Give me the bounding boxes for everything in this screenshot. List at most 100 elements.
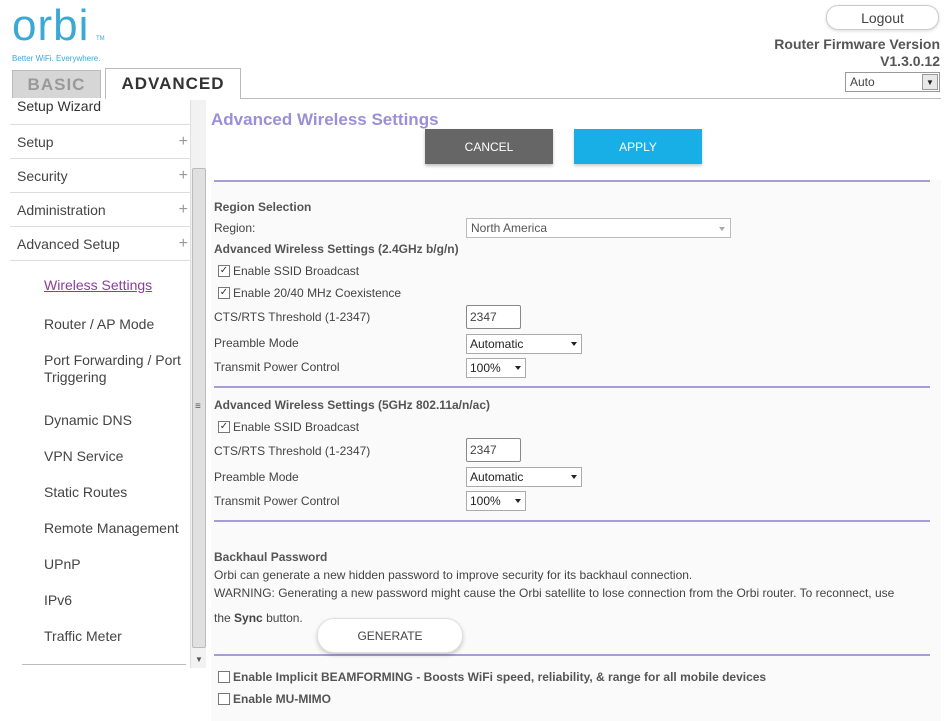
sidebar: Setup Wizard Setup + Security + Administ…: [10, 99, 206, 670]
expand-plus-icon[interactable]: +: [179, 202, 188, 218]
logo-trademark: TM: [96, 36, 105, 42]
sidebar-item-setup[interactable]: Setup +: [10, 125, 190, 159]
backhaul-section-title: Backhaul Password: [214, 550, 328, 564]
band24-power-select[interactable]: 100%: [466, 358, 526, 378]
band24-preamble-label: Preamble Mode: [214, 336, 299, 350]
tab-divider: [241, 98, 941, 99]
sidebar-item-security[interactable]: Security +: [10, 159, 190, 193]
sidebar-divider-top: [10, 99, 190, 125]
sidebar-subitem-remote-management[interactable]: Remote Management: [44, 520, 184, 537]
section-divider: [214, 520, 930, 522]
backhaul-sync-word: Sync: [234, 611, 263, 625]
sidebar-subitem-traffic-meter[interactable]: Traffic Meter: [44, 628, 184, 645]
tab-advanced[interactable]: ADVANCED: [105, 68, 241, 99]
backhaul-sync-prefix: the: [214, 611, 231, 625]
sidebar-subitem-upnp[interactable]: UPnP: [44, 556, 184, 573]
tab-basic[interactable]: BASIC: [12, 70, 101, 98]
expand-plus-icon[interactable]: +: [179, 168, 188, 184]
band5-preamble-select[interactable]: Automatic: [466, 467, 582, 487]
orbi-logo: orbi TM Better WiFi. Everywhere.: [12, 1, 105, 64]
band24-section-title: Advanced Wireless Settings (2.4GHz b/g/n…: [214, 242, 459, 256]
sidebar-item-advanced-setup[interactable]: Advanced Setup +: [10, 227, 190, 261]
band24-ssid-broadcast-checkbox[interactable]: ✓: [218, 265, 230, 277]
cancel-button[interactable]: CANCEL: [425, 129, 553, 164]
sidebar-subitem-router-ap-mode[interactable]: Router / AP Mode: [44, 316, 184, 333]
page-title: Advanced Wireless Settings: [211, 110, 439, 129]
band24-ssid-broadcast-row[interactable]: ✓ Enable SSID Broadcast: [218, 264, 359, 278]
sidebar-item-label: Security: [17, 167, 68, 184]
band5-section-title: Advanced Wireless Settings (5GHz 802.11a…: [214, 398, 491, 412]
section-divider: [214, 386, 930, 388]
band24-ssid-broadcast-label: Enable SSID Broadcast: [233, 264, 360, 278]
mumimo-checkbox[interactable]: [218, 693, 230, 705]
sidebar-subitem-ipv6[interactable]: IPv6: [44, 592, 184, 609]
backhaul-sync-suffix: button.: [266, 611, 303, 625]
band5-power-value: 100%: [470, 494, 501, 508]
band5-power-select[interactable]: 100%: [466, 491, 526, 511]
generate-button[interactable]: GENERATE: [317, 618, 463, 653]
region-select[interactable]: North America: [466, 218, 731, 238]
chevron-down-icon: [515, 366, 521, 370]
band24-power-value: 100%: [470, 361, 501, 375]
band5-preamble-value: Automatic: [470, 470, 524, 484]
band24-coexistence-label: Enable 20/40 MHz Coexistence: [233, 286, 402, 300]
backhaul-sync-line: the Sync button.: [214, 611, 303, 625]
scroll-down-arrow-icon[interactable]: ▼: [195, 655, 203, 664]
section-divider: [214, 180, 930, 182]
band24-preamble-value: Automatic: [470, 337, 524, 351]
logo-tagline: Better WiFi. Everywhere.: [12, 54, 101, 63]
logout-button[interactable]: Logout: [826, 5, 939, 30]
band5-cts-label: CTS/RTS Threshold (1-2347): [214, 444, 371, 458]
main-panel: Advanced Wireless Settings CANCEL APPLY …: [208, 100, 948, 721]
language-select-value: Auto: [850, 75, 875, 89]
sidebar-subitem-vpn-service[interactable]: VPN Service: [44, 448, 184, 465]
chevron-down-icon: [571, 475, 577, 479]
band5-ssid-broadcast-row[interactable]: ✓ Enable SSID Broadcast: [218, 420, 359, 434]
chevron-down-icon: [515, 499, 521, 503]
sidebar-bottom-divider: [22, 664, 186, 665]
chevron-down-icon: [571, 342, 577, 346]
backhaul-description: Orbi can generate a new hidden password …: [214, 568, 693, 582]
mumimo-row[interactable]: Enable MU-MIMO: [218, 692, 331, 706]
grip-icon: ≡: [195, 401, 201, 412]
band5-ssid-broadcast-checkbox[interactable]: ✓: [218, 421, 230, 433]
band5-preamble-label: Preamble Mode: [214, 470, 299, 484]
sidebar-item-administration[interactable]: Administration +: [10, 193, 190, 227]
sidebar-item-label: Setup: [17, 133, 54, 150]
band24-cts-label: CTS/RTS Threshold (1-2347): [214, 310, 371, 324]
sidebar-subitem-dynamic-dns[interactable]: Dynamic DNS: [44, 412, 184, 429]
expand-plus-icon[interactable]: +: [179, 134, 188, 150]
beamforming-checkbox[interactable]: [218, 671, 230, 683]
region-select-value: North America: [471, 221, 548, 235]
band24-cts-input[interactable]: 2347: [466, 305, 521, 329]
band5-cts-input[interactable]: 2347: [466, 438, 521, 462]
sidebar-scrollbar[interactable]: ≡ ▼: [190, 100, 206, 668]
dropdown-arrow-icon[interactable]: ▼: [922, 74, 938, 90]
band24-power-label: Transmit Power Control: [214, 360, 340, 374]
sidebar-subitem-port-forwarding[interactable]: Port Forwarding / Port Triggering: [44, 352, 184, 386]
apply-button[interactable]: APPLY: [574, 129, 702, 164]
sidebar-subitem-static-routes[interactable]: Static Routes: [44, 484, 184, 501]
section-divider: [214, 654, 930, 656]
region-section-title: Region Selection: [214, 200, 312, 214]
backhaul-warning: WARNING: Generating a new password might…: [214, 586, 895, 600]
logo-text: orbi: [12, 1, 90, 50]
mumimo-label: Enable MU-MIMO: [233, 692, 331, 706]
beamforming-label: Enable Implicit BEAMFORMING - Boosts WiF…: [233, 670, 767, 684]
firmware-label: Router Firmware Version: [774, 36, 940, 52]
sidebar-item-label: Administration: [17, 201, 106, 218]
sidebar-subitem-wireless-settings[interactable]: Wireless Settings: [44, 277, 184, 294]
sidebar-item-label: Advanced Setup: [17, 235, 120, 252]
band5-ssid-broadcast-label: Enable SSID Broadcast: [233, 420, 360, 434]
expand-plus-icon[interactable]: +: [179, 236, 188, 252]
language-select[interactable]: Auto ▼: [845, 72, 940, 92]
chevron-down-icon: [719, 227, 725, 231]
scrollbar-thumb[interactable]: ≡: [192, 168, 206, 648]
band5-power-label: Transmit Power Control: [214, 494, 340, 508]
region-label: Region:: [214, 221, 256, 235]
beamforming-row[interactable]: Enable Implicit BEAMFORMING - Boosts WiF…: [218, 670, 766, 684]
firmware-version: V1.3.0.12: [880, 53, 940, 69]
band24-preamble-select[interactable]: Automatic: [466, 334, 582, 354]
band24-coexistence-row[interactable]: ✓ Enable 20/40 MHz Coexistence: [218, 286, 401, 300]
band24-coexistence-checkbox[interactable]: ✓: [218, 287, 230, 299]
